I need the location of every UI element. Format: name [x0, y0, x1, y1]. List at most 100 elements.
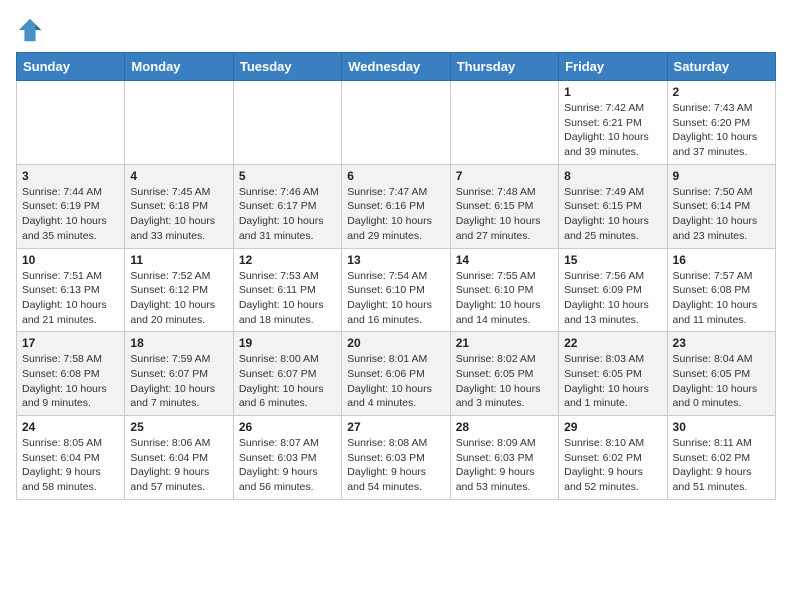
- day-info-text: Sunrise: 7:51 AM: [22, 269, 119, 284]
- calendar-cell: 26Sunrise: 8:07 AMSunset: 6:03 PMDayligh…: [233, 416, 341, 500]
- day-info-text: Sunset: 6:05 PM: [564, 367, 661, 382]
- day-info-text: Daylight: 10 hours and 27 minutes.: [456, 214, 553, 243]
- day-info-text: Sunrise: 7:59 AM: [130, 352, 227, 367]
- day-number: 18: [130, 336, 227, 350]
- page-header: [16, 16, 776, 44]
- day-number: 27: [347, 420, 444, 434]
- logo: [16, 16, 48, 44]
- calendar-cell: [233, 81, 341, 165]
- day-info-text: Daylight: 10 hours and 13 minutes.: [564, 298, 661, 327]
- calendar-cell: 29 Sunrise: 8:10 AMSunset: 6:02 PMDayligh…: [559, 416, 667, 500]
- week-row-3: 10Sunrise: 7:51 AMSunset: 6:13 PMDayligh…: [17, 248, 776, 332]
- day-header-sunday: Sunday: [17, 53, 125, 81]
- calendar-cell: 19Sunrise: 8:00 AMSunset: 6:07 PMDayligh…: [233, 332, 341, 416]
- calendar-cell: 24Sunrise: 8:05 AMSunset: 6:04 PMDayligh…: [17, 416, 125, 500]
- day-number: 10: [22, 253, 119, 267]
- calendar-cell: 20Sunrise: 8:01 AMSunset: 6:06 PMDayligh…: [342, 332, 450, 416]
- day-info-text: Daylight: 10 hours and 21 minutes.: [22, 298, 119, 327]
- day-info-text: Daylight: 10 hours and 0 minutes.: [673, 382, 770, 411]
- day-info-text: Sunset: 6:05 PM: [456, 367, 553, 382]
- day-info-text: Sunrise: 7:44 AM: [22, 185, 119, 200]
- day-number: 30: [673, 420, 770, 434]
- day-info-text: Sunset: 6:08 PM: [673, 283, 770, 298]
- day-info-text: Sunset: 6:05 PM: [673, 367, 770, 382]
- day-info-text: Sunset: 6:03 PM: [456, 451, 553, 466]
- calendar-cell: 30Sunrise: 8:11 AMSunset: 6:02 PMDayligh…: [667, 416, 775, 500]
- day-number: 5: [239, 169, 336, 183]
- day-info-text: Sunset: 6:21 PM: [564, 116, 661, 131]
- day-info-text: Daylight: 10 hours and 3 minutes.: [456, 382, 553, 411]
- calendar-cell: 12Sunrise: 7:53 AMSunset: 6:11 PMDayligh…: [233, 248, 341, 332]
- calendar-body: 1Sunrise: 7:42 AMSunset: 6:21 PMDaylight…: [17, 81, 776, 500]
- day-info-text: Sunset: 6:15 PM: [456, 199, 553, 214]
- day-info-text: Sunrise: 7:56 AM: [564, 269, 661, 284]
- calendar-cell: 22Sunrise: 8:03 AMSunset: 6:05 PMDayligh…: [559, 332, 667, 416]
- day-number: 28: [456, 420, 553, 434]
- day-info-text: Daylight: 10 hours and 4 minutes.: [347, 382, 444, 411]
- day-info-text: Daylight: 10 hours and 39 minutes.: [564, 130, 661, 159]
- calendar-cell: 17Sunrise: 7:58 AMSunset: 6:08 PMDayligh…: [17, 332, 125, 416]
- calendar-cell: 9Sunrise: 7:50 AMSunset: 6:14 PMDaylight…: [667, 164, 775, 248]
- week-row-2: 3Sunrise: 7:44 AMSunset: 6:19 PMDaylight…: [17, 164, 776, 248]
- day-info-text: Sunset: 6:04 PM: [22, 451, 119, 466]
- day-info-text: Sunset: 6:07 PM: [239, 367, 336, 382]
- day-number: 22: [564, 336, 661, 350]
- day-info-text: Daylight: 10 hours and 14 minutes.: [456, 298, 553, 327]
- day-info-text: Sunrise: 8:04 AM: [673, 352, 770, 367]
- day-number: 14: [456, 253, 553, 267]
- calendar-cell: 5Sunrise: 7:46 AMSunset: 6:17 PMDaylight…: [233, 164, 341, 248]
- calendar-header: SundayMondayTuesdayWednesdayThursdayFrid…: [17, 53, 776, 81]
- calendar-cell: [17, 81, 125, 165]
- calendar-cell: 1Sunrise: 7:42 AMSunset: 6:21 PMDaylight…: [559, 81, 667, 165]
- calendar-cell: 15Sunrise: 7:56 AMSunset: 6:09 PMDayligh…: [559, 248, 667, 332]
- day-info-text: Daylight: 10 hours and 16 minutes.: [347, 298, 444, 327]
- day-info-text: Sunset: 6:14 PM: [673, 199, 770, 214]
- day-info-text: Sunrise: 7:43 AM: [673, 101, 770, 116]
- calendar-cell: 6Sunrise: 7:47 AMSunset: 6:16 PMDaylight…: [342, 164, 450, 248]
- day-info-text: Sunrise: 7:48 AM: [456, 185, 553, 200]
- day-info-text: Sunrise: 7:50 AM: [673, 185, 770, 200]
- day-info-text: Sunset: 6:15 PM: [564, 199, 661, 214]
- day-info-text: Sunrise: 8:01 AM: [347, 352, 444, 367]
- day-info-text: Sunrise: 8:11 AM: [673, 436, 770, 451]
- day-info-text: Daylight: 9 hours and 52 minutes.: [564, 465, 661, 494]
- day-header-monday: Monday: [125, 53, 233, 81]
- day-info-text: Daylight: 10 hours and 7 minutes.: [130, 382, 227, 411]
- day-info-text: Sunset: 6:18 PM: [130, 199, 227, 214]
- day-info-text: Daylight: 10 hours and 25 minutes.: [564, 214, 661, 243]
- week-row-1: 1Sunrise: 7:42 AMSunset: 6:21 PMDaylight…: [17, 81, 776, 165]
- day-number: 3: [22, 169, 119, 183]
- calendar-cell: [342, 81, 450, 165]
- day-info-text: Sunrise: 8:05 AM: [22, 436, 119, 451]
- calendar-cell: 7Sunrise: 7:48 AMSunset: 6:15 PMDaylight…: [450, 164, 558, 248]
- calendar-cell: 18Sunrise: 7:59 AMSunset: 6:07 PMDayligh…: [125, 332, 233, 416]
- day-info-text: Sunrise: 8:00 AM: [239, 352, 336, 367]
- day-info-text: Sunrise: 8:10 AM: [564, 436, 661, 451]
- day-info-text: Sunrise: 7:47 AM: [347, 185, 444, 200]
- day-info-text: Sunrise: 7:52 AM: [130, 269, 227, 284]
- day-number: 29: [564, 420, 661, 434]
- day-number: 4: [130, 169, 227, 183]
- day-info-text: Sunrise: 8:07 AM: [239, 436, 336, 451]
- day-info-text: Sunrise: 8:03 AM: [564, 352, 661, 367]
- day-info-text: Sunset: 6:17 PM: [239, 199, 336, 214]
- day-info-text: Daylight: 9 hours and 56 minutes.: [239, 465, 336, 494]
- day-number: 24: [22, 420, 119, 434]
- day-info-text: Sunrise: 8:02 AM: [456, 352, 553, 367]
- day-info-text: Sunset: 6:10 PM: [347, 283, 444, 298]
- day-info-text: Sunset: 6:16 PM: [347, 199, 444, 214]
- day-info-text: Sunrise: 7:42 AM: [564, 101, 661, 116]
- day-info-text: Sunrise: 7:57 AM: [673, 269, 770, 284]
- day-number: 2: [673, 85, 770, 99]
- day-info-text: Daylight: 10 hours and 31 minutes.: [239, 214, 336, 243]
- calendar-cell: 21Sunrise: 8:02 AMSunset: 6:05 PMDayligh…: [450, 332, 558, 416]
- day-info-text: Sunset: 6:02 PM: [564, 451, 661, 466]
- day-info-text: Daylight: 9 hours and 57 minutes.: [130, 465, 227, 494]
- day-info-text: Sunrise: 8:08 AM: [347, 436, 444, 451]
- day-info-text: Daylight: 10 hours and 37 minutes.: [673, 130, 770, 159]
- day-info-text: Sunset: 6:06 PM: [347, 367, 444, 382]
- day-info-text: Daylight: 10 hours and 20 minutes.: [130, 298, 227, 327]
- calendar-cell: 16Sunrise: 7:57 AMSunset: 6:08 PMDayligh…: [667, 248, 775, 332]
- day-number: 11: [130, 253, 227, 267]
- calendar-cell: 23Sunrise: 8:04 AMSunset: 6:05 PMDayligh…: [667, 332, 775, 416]
